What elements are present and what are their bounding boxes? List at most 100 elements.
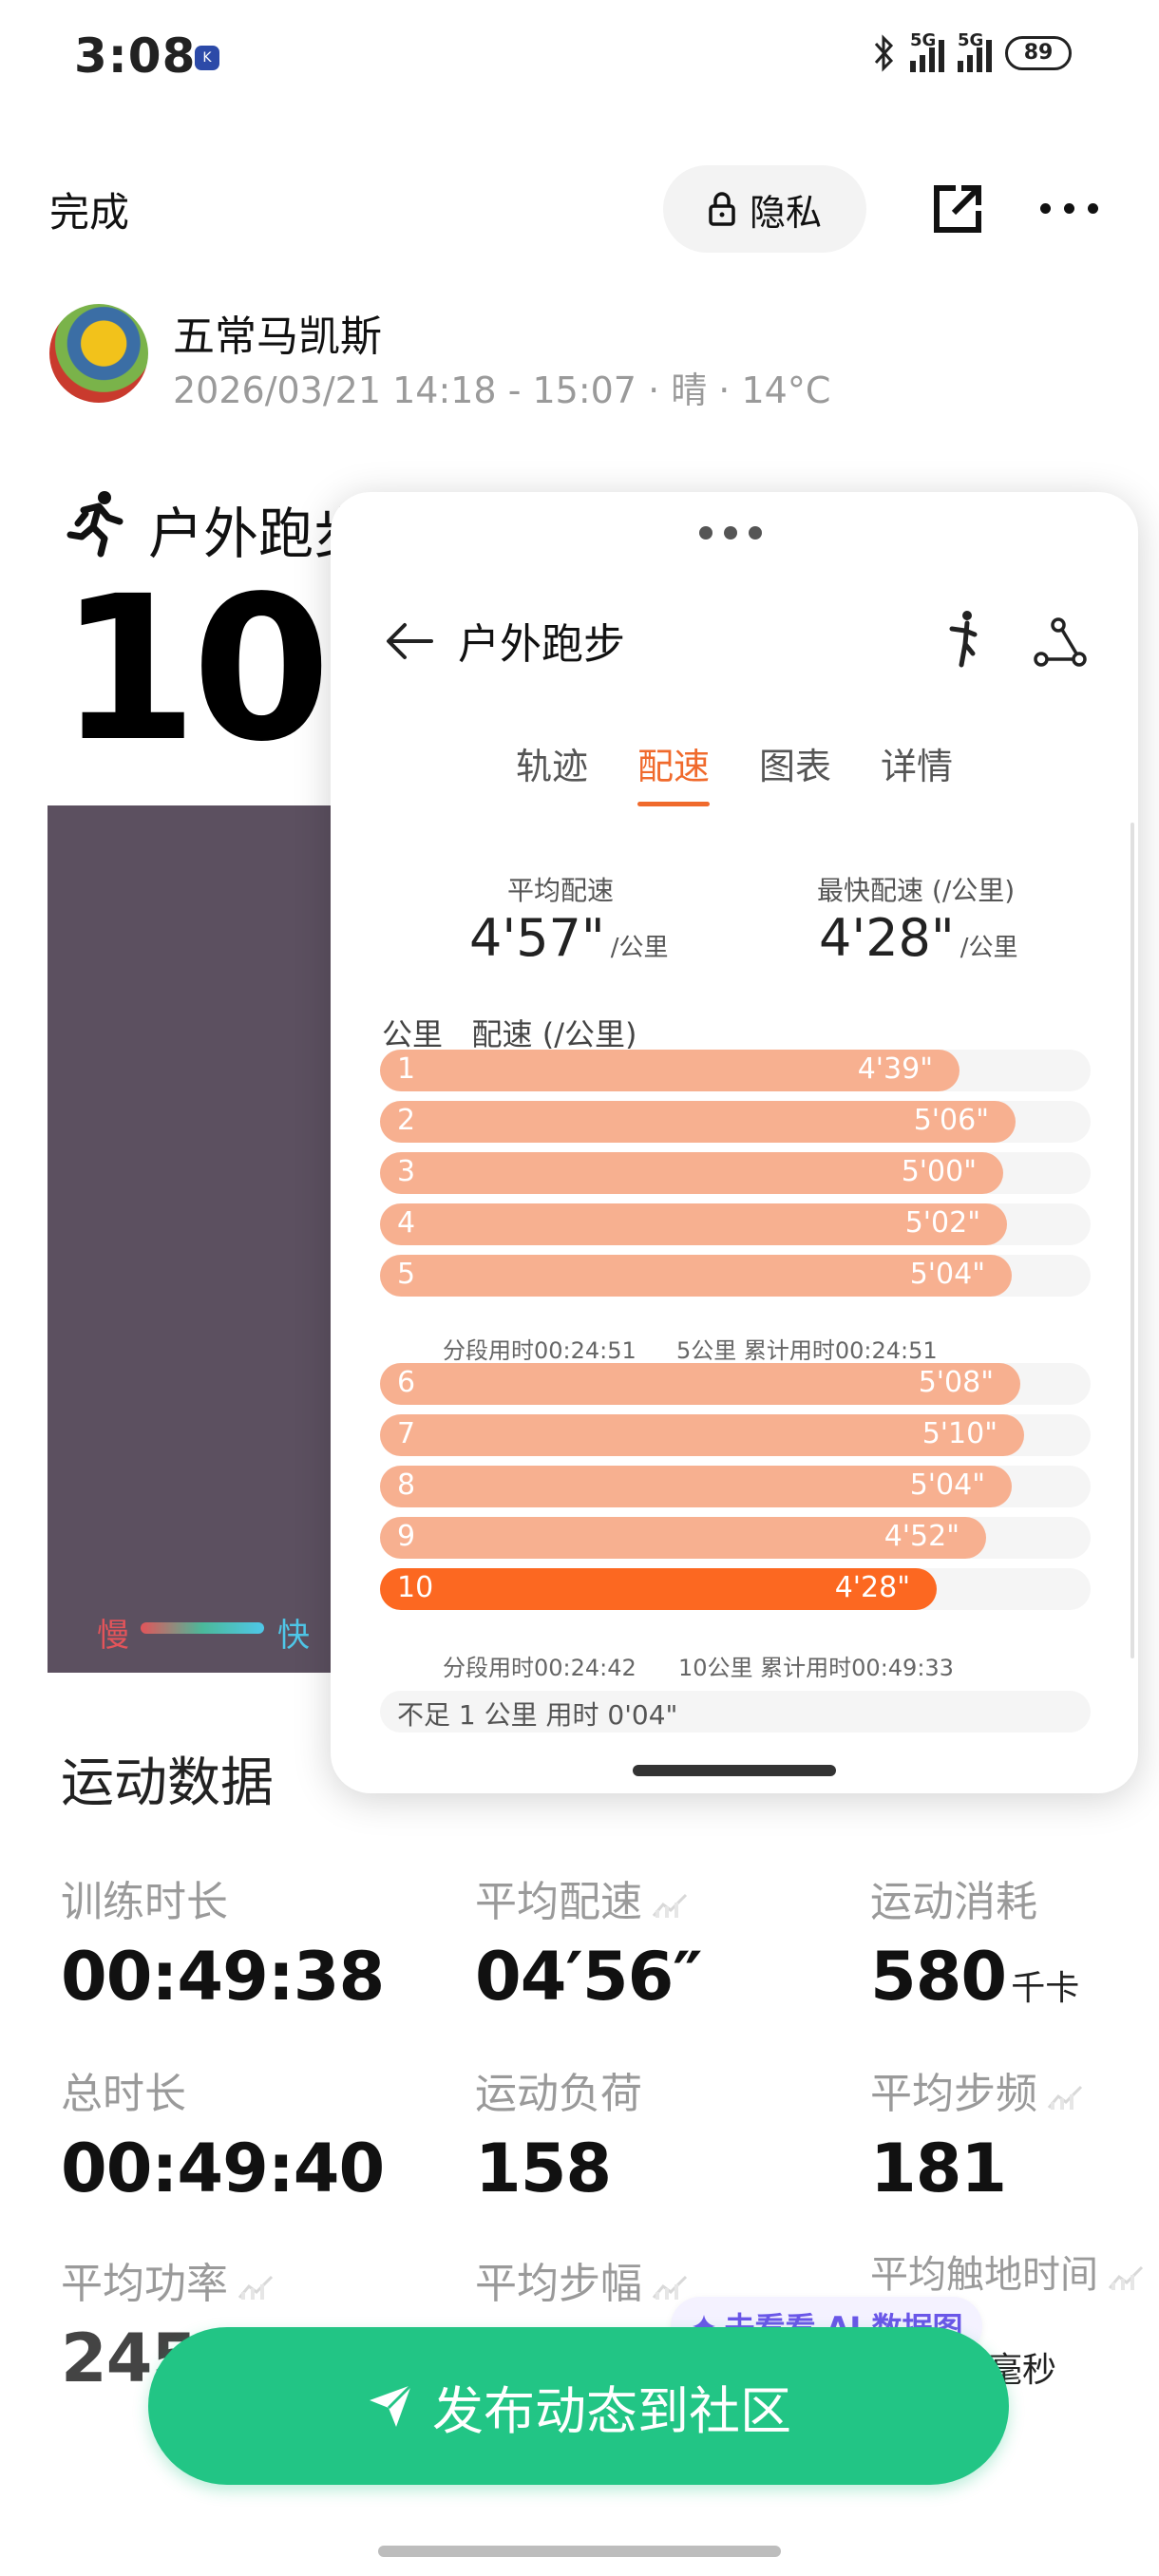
split-cumulative-time-2: 10公里 累计用时00:49:33 xyxy=(678,1655,954,1681)
split-bar-9: 9 4'52" xyxy=(380,1517,986,1559)
card-bottom-handle[interactable] xyxy=(633,1765,836,1776)
username: 五常马凯斯 xyxy=(173,313,382,361)
split-row-6[interactable]: 6 5'08" xyxy=(380,1363,1091,1405)
split-segment-time-1: 分段用时00:24:51 xyxy=(443,1337,636,1364)
privacy-label: 隐私 xyxy=(749,191,822,234)
split-pace-label: 5'04" xyxy=(909,1468,985,1502)
map-legend-fast: 快 xyxy=(277,1617,310,1655)
split-bar-6: 6 5'08" xyxy=(380,1363,1020,1405)
split-row-7[interactable]: 7 5'10" xyxy=(380,1414,1091,1456)
stat-training-load: 运动负荷 158 xyxy=(475,2070,642,2207)
split-km-label: 7 xyxy=(397,1417,416,1450)
under-one-km-row: 不足 1 公里 用时 0'04" xyxy=(380,1691,1091,1733)
split-row-2[interactable]: 2 5'06" xyxy=(380,1101,1091,1143)
split-km-label: 2 xyxy=(397,1104,416,1137)
split-pace-label: 4'52" xyxy=(884,1520,960,1553)
publish-to-community-button[interactable]: 发布动态到社区 xyxy=(148,2327,1009,2485)
avg-pace-value: 4'57"/公里 xyxy=(469,908,669,968)
split-segment-time-2: 分段用时00:24:42 xyxy=(443,1655,636,1681)
split-row-8[interactable]: 8 5'04" xyxy=(380,1466,1091,1507)
sport-data-title: 运动数据 xyxy=(61,1752,274,1814)
split-row-3[interactable]: 3 5'00" xyxy=(380,1152,1091,1194)
split-row-5[interactable]: 5 5'04" xyxy=(380,1255,1091,1297)
split-km-label: 5 xyxy=(397,1258,416,1291)
split-cumulative-time-1: 5公里 累计用时00:24:51 xyxy=(676,1337,938,1364)
stat-ground-contact[interactable]: 平均触地时间 xyxy=(870,2244,1144,2299)
tab-details[interactable]: 详情 xyxy=(881,737,953,799)
split-row-4[interactable]: 4 5'02" xyxy=(380,1203,1091,1245)
send-icon xyxy=(370,2383,413,2427)
split-bar-1: 1 4'39" xyxy=(380,1050,960,1091)
route-icon[interactable] xyxy=(1032,616,1089,669)
split-km-label: 3 xyxy=(397,1155,416,1188)
split-pace-label: 5'02" xyxy=(904,1206,980,1240)
signal-2-icon: 5G xyxy=(958,30,992,72)
trend-chart-icon xyxy=(652,1893,688,1918)
stat-stride[interactable]: 平均步幅 xyxy=(475,2249,688,2310)
split-bar-10: 10 4'28" xyxy=(380,1568,937,1610)
split-bar-3: 3 5'00" xyxy=(380,1152,1003,1194)
signal-1-icon: 5G xyxy=(910,30,944,72)
split-pace-label: 4'28" xyxy=(834,1571,910,1604)
pace-gradient-legend xyxy=(141,1622,264,1634)
runner-pose-icon[interactable] xyxy=(939,610,986,671)
home-indicator[interactable] xyxy=(378,2546,781,2557)
stat-total-time: 总时长 00:49:40 xyxy=(61,2070,385,2207)
split-pace-label: 4'39" xyxy=(857,1052,933,1086)
split-km-label: 4 xyxy=(397,1206,416,1240)
privacy-button[interactable]: 隐私 xyxy=(663,165,866,253)
split-km-label: 10 xyxy=(397,1571,434,1604)
app-notification-icon: K xyxy=(195,46,219,70)
split-pace-label: 5'04" xyxy=(909,1258,985,1291)
map-legend-slow: 慢 xyxy=(97,1617,129,1655)
stat-avg-pace[interactable]: 平均配速 04′56″ xyxy=(475,1867,703,2016)
split-bar-2: 2 5'06" xyxy=(380,1101,1016,1143)
more-icon[interactable] xyxy=(1040,203,1098,214)
split-km-label: 8 xyxy=(397,1468,416,1502)
running-icon xyxy=(66,491,124,558)
share-icon[interactable] xyxy=(929,180,986,237)
split-pace-label: 5'06" xyxy=(913,1104,989,1137)
trend-chart-icon xyxy=(1047,2085,1083,2110)
split-row-10[interactable]: 10 4'28" xyxy=(380,1568,1091,1610)
lock-icon xyxy=(709,192,735,226)
avatar[interactable] xyxy=(49,304,148,403)
split-km-label: 9 xyxy=(397,1520,416,1553)
split-bar-8: 8 5'04" xyxy=(380,1466,1012,1507)
activity-meta: 2026/03/21 14:18 - 15:07 · 晴 · 14°C xyxy=(173,369,831,411)
pace-floating-window[interactable]: 户外跑步 轨迹 配速 图表 详情 平均配速 最快配速 (/公里) 4'57"/公… xyxy=(331,492,1138,1793)
stat-cadence[interactable]: 平均步频 181 xyxy=(870,2059,1083,2207)
window-handle-dots[interactable] xyxy=(699,526,762,540)
card-title: 户外跑步 xyxy=(458,620,625,669)
stat-training-time: 训练时长 00:49:38 xyxy=(61,1878,385,2016)
fastest-pace-label: 最快配速 (/公里) xyxy=(817,875,1016,906)
bluetooth-icon xyxy=(874,34,894,72)
split-row-1[interactable]: 1 4'39" xyxy=(380,1050,1091,1091)
splits-header: 公里 配速 (/公里) xyxy=(382,1016,637,1052)
done-button[interactable]: 完成 xyxy=(49,180,129,238)
trend-chart-icon xyxy=(652,2275,688,2300)
avg-pace-label: 平均配速 xyxy=(507,875,615,906)
tab-chart[interactable]: 图表 xyxy=(759,737,831,799)
publish-label: 发布动态到社区 xyxy=(432,2380,791,2441)
split-bar-4: 4 5'02" xyxy=(380,1203,1007,1245)
fastest-pace-value: 4'28"/公里 xyxy=(819,908,1018,968)
split-bar-5: 5 5'04" xyxy=(380,1255,1012,1297)
split-pace-label: 5'10" xyxy=(922,1417,998,1450)
tab-track[interactable]: 轨迹 xyxy=(516,737,588,799)
split-pace-label: 5'08" xyxy=(918,1366,994,1399)
back-arrow-icon[interactable] xyxy=(384,616,435,667)
battery-icon: 89 xyxy=(1005,36,1072,70)
trend-chart-icon xyxy=(238,2275,274,2300)
tab-pace[interactable]: 配速 xyxy=(636,737,711,806)
trend-chart-icon xyxy=(1108,2265,1144,2290)
split-pace-label: 5'00" xyxy=(901,1155,977,1188)
card-scrollbar[interactable] xyxy=(1130,823,1134,1658)
split-km-label: 6 xyxy=(397,1366,416,1399)
split-bar-7: 7 5'10" xyxy=(380,1414,1024,1456)
status-indicators: 5G 5G 89 xyxy=(872,30,1072,72)
split-row-9[interactable]: 9 4'52" xyxy=(380,1517,1091,1559)
stat-calories: 运动消耗 580 千卡 xyxy=(870,1878,1080,2016)
split-km-label: 1 xyxy=(397,1052,416,1086)
card-tabs: 轨迹 配速 图表 详情 xyxy=(331,737,1138,806)
